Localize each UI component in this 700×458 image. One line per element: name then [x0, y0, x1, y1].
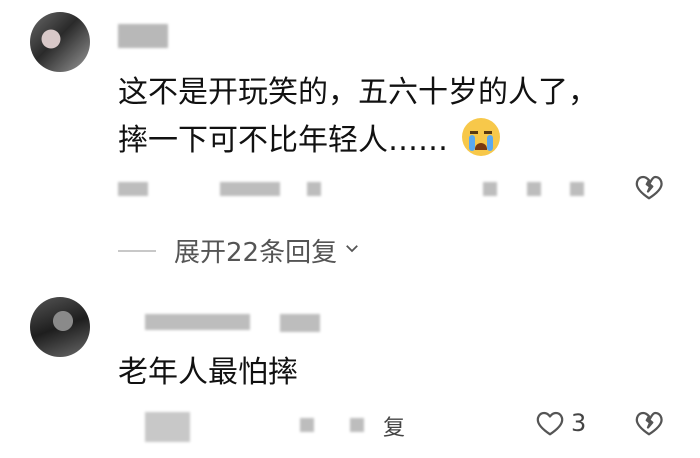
username-blurred[interactable]	[145, 314, 250, 330]
crying-face-emoji	[461, 118, 500, 156]
comment-text-fragment: 摔一下可不比年轻人……	[118, 123, 448, 158]
reply-button[interactable]: 复	[383, 410, 405, 442]
expand-replies-button[interactable]: 展开22条回复	[118, 232, 361, 269]
username-blurred[interactable]	[118, 24, 168, 48]
divider-line	[118, 249, 156, 252]
location-blurred	[300, 418, 314, 432]
like-count: 3	[571, 409, 587, 437]
comment-text-line: 摔一下可不比年轻人……	[118, 118, 500, 164]
like-button-blurred[interactable]	[527, 182, 541, 196]
meta-blurred	[307, 182, 321, 196]
location-blurred	[220, 182, 280, 196]
expand-replies-label: 展开22条回复	[174, 238, 338, 268]
avatar[interactable]	[30, 12, 90, 72]
broken-heart-icon	[635, 411, 663, 436]
dislike-button[interactable]	[634, 172, 664, 202]
timestamp-blurred	[145, 412, 190, 442]
meta-blurred	[350, 418, 364, 432]
comment-text: 老年人最怕摔	[118, 355, 298, 390]
timestamp-blurred	[118, 182, 148, 196]
reply-button-blurred[interactable]	[483, 182, 497, 196]
chevron-down-icon	[343, 239, 361, 262]
username-blurred	[280, 314, 320, 332]
heart-icon	[536, 411, 564, 436]
meta-blurred	[570, 182, 584, 196]
dislike-button[interactable]	[634, 408, 664, 438]
broken-heart-icon	[635, 175, 663, 200]
comment-text-line: 这不是开玩笑的，五六十岁的人了，	[118, 75, 598, 110]
avatar[interactable]	[30, 297, 90, 357]
like-button[interactable]: 3	[535, 408, 586, 438]
